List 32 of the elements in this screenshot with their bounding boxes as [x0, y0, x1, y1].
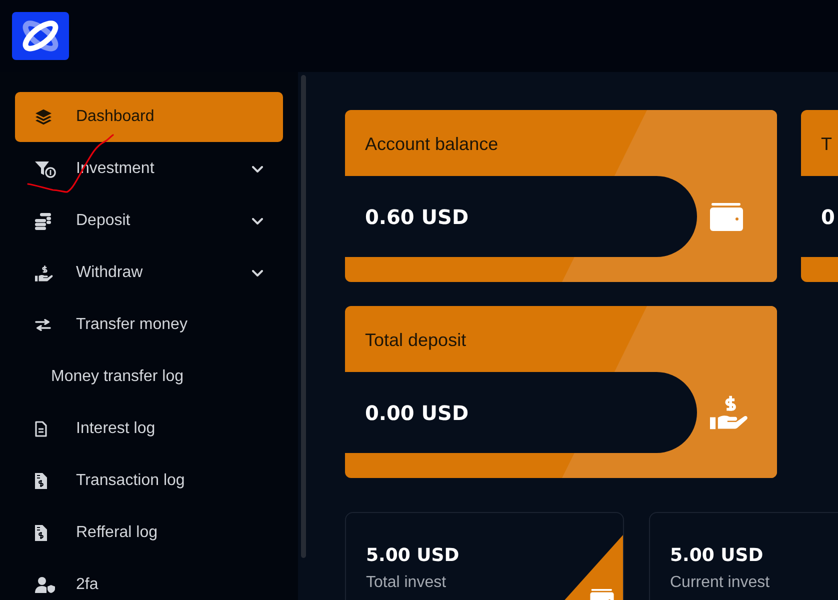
invest-amount: 5.00 USD: [366, 544, 460, 568]
card-title: T: [821, 134, 832, 154]
balance-amount: 0.00 USD: [365, 400, 469, 424]
sidebar-item[interactable]: Transfer money: [15, 300, 283, 350]
logo-icon[interactable]: [12, 12, 69, 60]
sidebar-item[interactable]: Interest log: [15, 404, 283, 454]
dollar-document-icon: [35, 525, 47, 541]
hand-dollar-icon: [710, 395, 748, 430]
layers-icon: [35, 109, 52, 125]
invest-label: Total invest: [366, 573, 446, 593]
hand-dollar-icon: [35, 264, 53, 282]
user-shield-icon: [35, 577, 55, 593]
sidebar-item[interactable]: Deposit: [15, 196, 283, 246]
card-title: Total deposit: [365, 330, 466, 350]
scrollbar-thumb[interactable]: [301, 75, 306, 558]
sidebar-item[interactable]: Transaction log: [15, 456, 283, 506]
invest-amount: 5.00 USD: [670, 544, 764, 568]
exchange-arrows-icon: [35, 319, 51, 331]
balance-amount: 0.60 USD: [365, 204, 469, 228]
sidebar-item[interactable]: Refferal log: [15, 508, 283, 558]
card-title: Account balance: [365, 134, 498, 154]
balance-amount: 0: [821, 204, 835, 228]
coins-icon: [35, 212, 51, 230]
dollar-document-icon: [35, 473, 47, 489]
sidebar-item[interactable]: Money transfer log: [15, 352, 283, 402]
sidebar-item[interactable]: Withdraw: [15, 248, 283, 298]
sidebar-item[interactable]: 2fa: [15, 560, 283, 600]
wallet-icon: [710, 202, 743, 230]
invest-label: Current invest: [670, 573, 770, 593]
document-icon: [35, 421, 47, 437]
sidebar-item[interactable]: Dashboard: [15, 92, 283, 142]
funnel-coin-icon: [35, 160, 56, 178]
